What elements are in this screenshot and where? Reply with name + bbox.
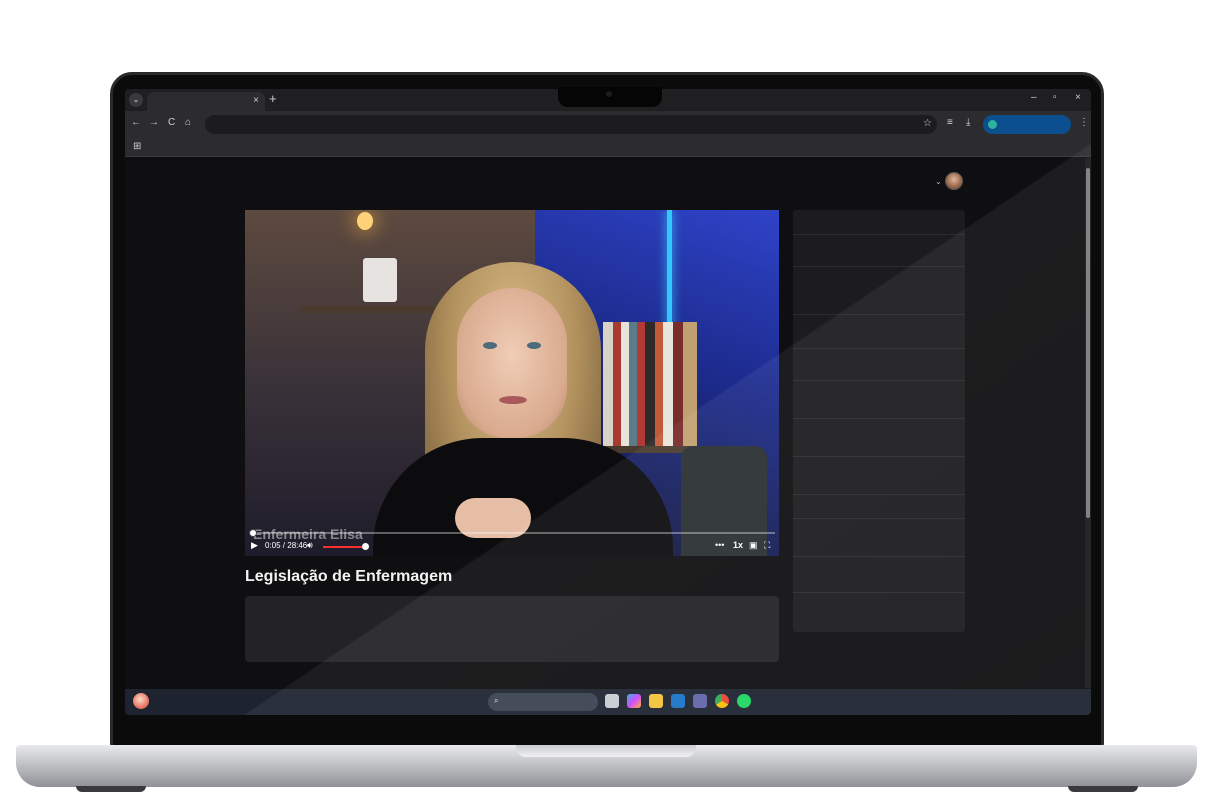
window-close-icon[interactable]: × (1075, 92, 1081, 103)
progress-knob[interactable] (249, 529, 257, 537)
folder-icon[interactable] (649, 694, 663, 708)
profile-pill[interactable] (983, 115, 1071, 134)
description-box[interactable] (245, 596, 779, 662)
camera-icon (606, 91, 612, 97)
home-icon[interactable]: ⌂ (185, 117, 191, 128)
list-item[interactable] (793, 518, 965, 519)
restore-icon[interactable]: ▫ (1053, 92, 1057, 103)
video-controls: ▶ 0:05 / 28:46 🔊︎ ••• 1x ▣ ⛶ (245, 538, 779, 556)
progress-bar[interactable] (249, 529, 775, 537)
chrome-icon[interactable] (715, 694, 729, 708)
kebab-menu-icon[interactable]: ⋮ (1079, 117, 1089, 128)
volume-slider[interactable] (323, 546, 365, 548)
address-bar[interactable]: ☆ (205, 115, 937, 134)
profile-icon (988, 120, 997, 129)
volume-icon[interactable]: 🔊︎ (307, 540, 313, 551)
list-item[interactable] (793, 266, 965, 267)
new-tab-icon[interactable]: + (269, 91, 277, 106)
play-icon[interactable]: ▶ (251, 540, 258, 551)
browser-toolbar: ← → C ⌂ ☆ ≡ ⤓ ⋮ (125, 111, 1091, 137)
eye (527, 342, 541, 349)
playback-speed-button[interactable]: 1x (733, 540, 743, 550)
minimize-icon[interactable]: – (1031, 92, 1037, 103)
copilot-icon[interactable] (627, 694, 641, 708)
widgets-icon[interactable] (133, 693, 149, 709)
bookmarks-bar: ⊞ (125, 137, 1091, 157)
base-notch (516, 745, 696, 757)
search-icon: ⌕ (494, 696, 499, 705)
bookmark-star-icon[interactable]: ☆ (923, 118, 932, 129)
volume-knob[interactable] (362, 543, 369, 550)
reload-icon[interactable]: C (168, 117, 175, 128)
fullscreen-icon[interactable]: ⛶ (764, 540, 770, 551)
list-item[interactable] (793, 418, 965, 419)
list-item[interactable] (793, 380, 965, 381)
list-item[interactable] (793, 456, 965, 457)
list-item[interactable] (793, 556, 965, 557)
download-icon[interactable]: ⤓ (966, 117, 970, 128)
screen: ⌄ × + – ▫ × ← → C ⌂ ☆ ≡ ⤓ ⋮ ⊞ ⌄ Enfermei… (125, 89, 1091, 715)
list-item[interactable] (793, 314, 965, 315)
forward-icon[interactable]: → (149, 117, 159, 128)
list-item[interactable] (793, 592, 965, 593)
active-tab[interactable]: × (147, 92, 265, 111)
camera-notch (558, 87, 662, 107)
avatar[interactable] (945, 172, 963, 190)
time-display: 0:05 / 28:46 (265, 541, 308, 550)
shelf (301, 306, 451, 313)
spotify-icon[interactable] (737, 694, 751, 708)
mug (363, 258, 397, 302)
more-options-icon[interactable]: ••• (715, 540, 724, 550)
teams-icon[interactable] (693, 694, 707, 708)
scroll-thumb[interactable] (1086, 168, 1090, 518)
related-videos-sidebar (793, 210, 965, 632)
reading-list-icon[interactable]: ≡ (947, 117, 953, 128)
laptop-foot (1068, 786, 1138, 792)
video-title: Legislação de Enfermagem (245, 568, 453, 585)
eye (483, 342, 497, 349)
video-player[interactable]: Enfermeira Elisa ▶ 0:05 / 28:46 🔊︎ ••• 1… (245, 210, 779, 556)
taskbar: ⌕ (125, 689, 1091, 715)
taskbar-search[interactable]: ⌕ (488, 693, 598, 711)
outlook-icon[interactable] (671, 694, 685, 708)
laptop-base (16, 745, 1197, 787)
list-item[interactable] (793, 494, 965, 495)
mouth (499, 396, 527, 404)
task-view-icon[interactable] (605, 694, 619, 708)
page-scrollbar[interactable] (1085, 158, 1091, 688)
laptop-foot (76, 786, 146, 792)
back-icon[interactable]: ← (131, 117, 141, 128)
apps-grid-icon[interactable]: ⊞ (133, 141, 141, 152)
presenter-face (457, 288, 567, 438)
books (603, 322, 697, 446)
tab-search-icon[interactable]: ⌄ (129, 93, 143, 107)
list-item[interactable] (793, 234, 965, 235)
page-content: ⌄ Enfermeira Elisa ▶ 0:05 / 28:46 🔊︎ •••… (125, 158, 1085, 688)
tab-close-icon[interactable]: × (253, 95, 259, 106)
lamp (357, 212, 373, 230)
list-item[interactable] (793, 348, 965, 349)
chevron-down-icon[interactable]: ⌄ (935, 177, 942, 186)
miniplayer-icon[interactable]: ▣ (749, 540, 758, 551)
neon-light (667, 210, 672, 330)
laptop-lid: ⌄ × + – ▫ × ← → C ⌂ ☆ ≡ ⤓ ⋮ ⊞ ⌄ Enfermei… (110, 72, 1104, 748)
